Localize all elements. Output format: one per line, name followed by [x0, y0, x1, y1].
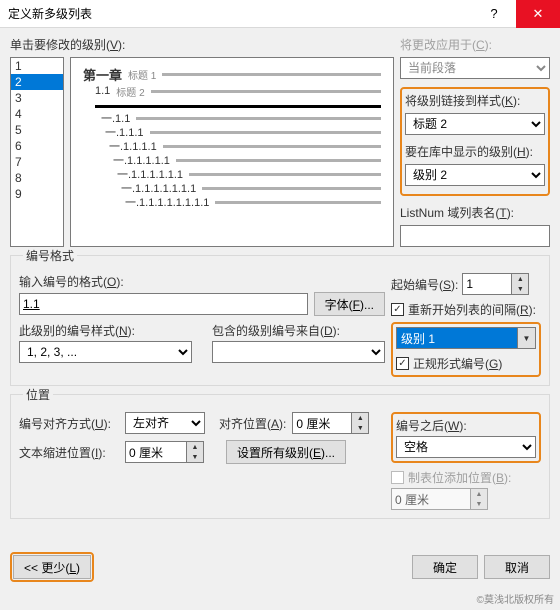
- show-in-library-label: 要在库中显示的级别(H):: [405, 143, 545, 160]
- align-label: 编号对齐方式(U):: [19, 415, 119, 432]
- preview-num: 一.1.1.1.1.1.1.1.1: [125, 194, 209, 210]
- spin-down-icon[interactable]: ▼: [512, 284, 528, 294]
- font-button[interactable]: 字体(F)...: [314, 292, 385, 316]
- spin-down-icon: ▼: [471, 499, 487, 509]
- level-item-5[interactable]: 5: [11, 122, 63, 138]
- level-item-8[interactable]: 8: [11, 170, 63, 186]
- spin-up-icon[interactable]: ▲: [352, 413, 368, 423]
- indent-input[interactable]: [125, 441, 187, 463]
- indent-label: 文本缩进位置(I):: [19, 444, 119, 461]
- ok-button[interactable]: 确定: [412, 555, 478, 579]
- apply-to-label: 将更改应用于(C):: [400, 36, 550, 53]
- level-item-4[interactable]: 4: [11, 106, 63, 122]
- close-button[interactable]: ✕: [516, 0, 560, 28]
- watermark: ©莫浅北版权所有: [477, 591, 554, 606]
- window-title: 定义新多级列表: [0, 5, 472, 22]
- apply-to-select[interactable]: 当前段落: [400, 57, 550, 79]
- preview-heading: 标题 2: [116, 84, 144, 99]
- less-button[interactable]: << 更少(L): [13, 555, 91, 579]
- level-list-label: 单击要修改的级别(V):: [10, 36, 394, 53]
- level-list[interactable]: 1 2 3 4 5 6 7 8 9: [10, 57, 64, 247]
- level-item-9[interactable]: 9: [11, 186, 63, 202]
- restart-label: 重新开始列表的间隔(R):: [408, 301, 536, 318]
- level-item-1[interactable]: 1: [11, 58, 63, 74]
- footer: << 更少(L) 确定 取消: [10, 552, 550, 582]
- cancel-button[interactable]: 取消: [484, 555, 550, 579]
- level-item-3[interactable]: 3: [11, 90, 63, 106]
- enter-format-input[interactable]: [19, 293, 308, 315]
- level-item-6[interactable]: 6: [11, 138, 63, 154]
- preview-num: 第一章: [83, 65, 122, 84]
- position-legend: 位置: [23, 386, 53, 403]
- listnum-label: ListNum 域列表名(T):: [400, 204, 550, 221]
- preview-heading: 标题 1: [128, 67, 156, 82]
- level-item-7[interactable]: 7: [11, 154, 63, 170]
- enter-format-label: 输入编号的格式(O):: [19, 273, 385, 290]
- preview-num: 1.1: [95, 85, 110, 97]
- dialog-content: 单击要修改的级别(V): 将更改应用于(C): 1 2 3 4 5 6 7 8 …: [0, 28, 560, 519]
- checkbox-icon: ✓: [391, 303, 404, 316]
- set-all-levels-button[interactable]: 设置所有级别(E)...: [226, 440, 346, 464]
- spin-down-icon[interactable]: ▼: [352, 423, 368, 433]
- number-format-group: 编号格式 输入编号的格式(O): 字体(F)... 此级别的编号样式(N): 1…: [10, 255, 550, 386]
- link-style-label: 将级别链接到样式(K):: [405, 92, 545, 109]
- level-item-2[interactable]: 2: [11, 74, 63, 90]
- legal-format-label: 正规形式编号(G): [413, 355, 502, 372]
- level-style-select[interactable]: 1, 2, 3, ...: [19, 341, 192, 363]
- start-at-label: 起始编号(S):: [391, 276, 458, 293]
- chevron-down-icon[interactable]: ▼: [518, 327, 536, 349]
- indent-spinner[interactable]: ▲▼: [125, 441, 204, 463]
- position-group: 位置 编号对齐方式(U): 左对齐 对齐位置(A): ▲▼ 文本缩进位置(I):: [10, 394, 550, 519]
- align-select[interactable]: 左对齐: [125, 412, 205, 434]
- spin-down-icon[interactable]: ▼: [187, 452, 203, 462]
- start-at-input[interactable]: [462, 273, 512, 295]
- restart-check[interactable]: ✓ 重新开始列表的间隔(R):: [391, 301, 541, 318]
- spin-up-icon[interactable]: ▲: [187, 442, 203, 452]
- spin-up-icon: ▲: [471, 489, 487, 499]
- title-bar: 定义新多级列表 ? ✕: [0, 0, 560, 28]
- align-at-spinner[interactable]: ▲▼: [292, 412, 369, 434]
- checkbox-icon: [391, 471, 404, 484]
- tab-add-label: 制表位添加位置(B):: [408, 469, 511, 486]
- after-number-select[interactable]: 空格: [396, 436, 536, 458]
- align-at-label: 对齐位置(A):: [219, 415, 286, 432]
- number-format-legend: 编号格式: [23, 247, 77, 264]
- after-number-label: 编号之后(W):: [396, 417, 536, 434]
- start-at-spinner[interactable]: ▲▼: [462, 273, 529, 295]
- include-from-select[interactable]: [212, 341, 385, 363]
- tab-add-input: [391, 488, 471, 510]
- align-at-input[interactable]: [292, 412, 352, 434]
- checkbox-icon: ✓: [396, 357, 409, 370]
- legal-format-check[interactable]: ✓ 正规形式编号(G): [396, 355, 536, 372]
- tab-add-spinner: ▲▼: [391, 488, 541, 510]
- listnum-input[interactable]: [400, 225, 550, 247]
- show-in-library-select[interactable]: 级别 2: [405, 164, 545, 186]
- help-button[interactable]: ?: [472, 0, 516, 28]
- spin-up-icon[interactable]: ▲: [512, 274, 528, 284]
- level-style-label: 此级别的编号样式(N):: [19, 322, 192, 339]
- include-from-label: 包含的级别编号来自(D):: [212, 322, 385, 339]
- preview-pane: 第一章标题 1 1.1标题 2 一.1.1 一.1.1.1 一.1.1.1.1 …: [70, 57, 394, 247]
- link-style-select[interactable]: 标题 2: [405, 113, 545, 135]
- tab-add-check[interactable]: 制表位添加位置(B):: [391, 469, 541, 486]
- restart-level-select[interactable]: 级别 1: [396, 327, 518, 349]
